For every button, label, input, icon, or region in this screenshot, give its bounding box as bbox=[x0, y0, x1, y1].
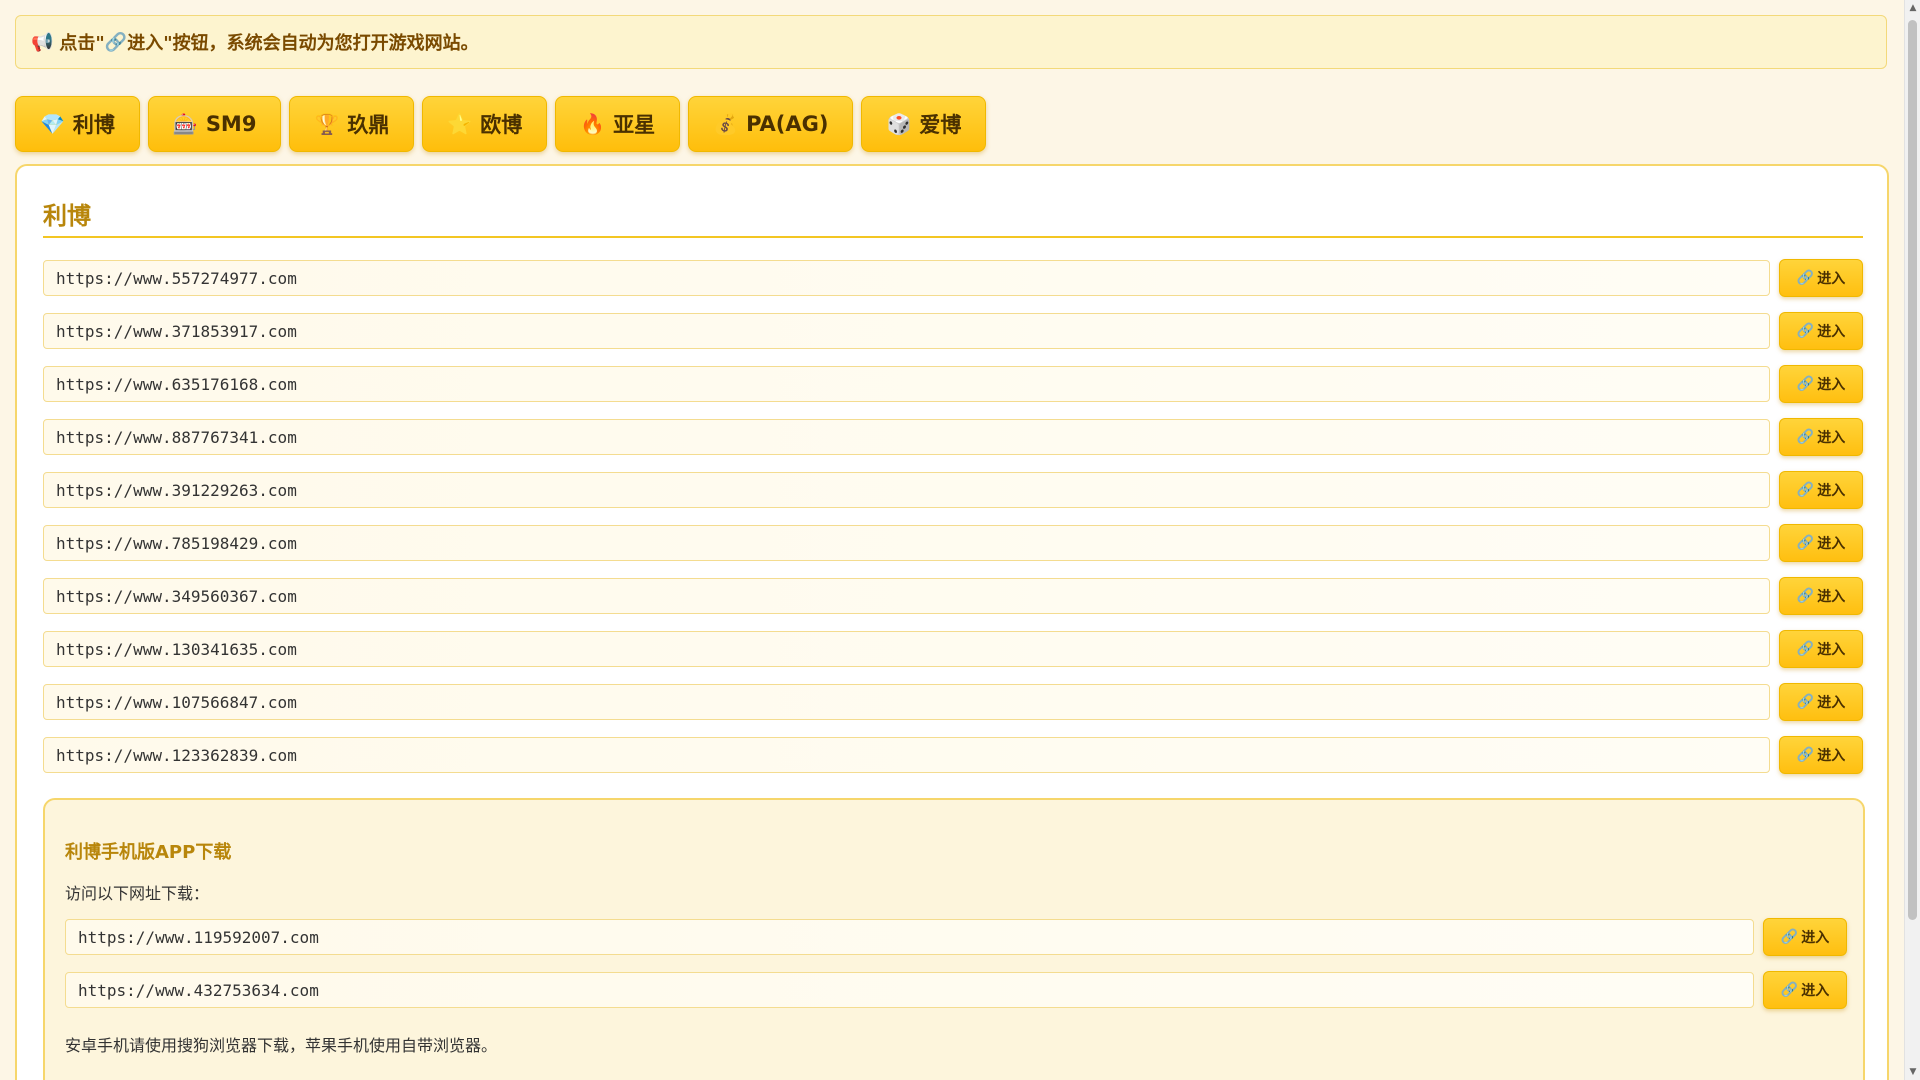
megaphone-icon: 📢 bbox=[31, 31, 54, 53]
page: 📢 点击" 🔗 进入"按钮，系统会自动为您打开游戏网站。 💎 利博 🎰 SM9 … bbox=[0, 0, 1904, 1080]
slot-machine-icon: 🎰 bbox=[172, 112, 198, 136]
enter-button[interactable]: 🔗 进入 bbox=[1779, 577, 1863, 615]
link-icon: 🔗 bbox=[104, 31, 128, 53]
enter-button[interactable]: 🔗 进入 bbox=[1763, 918, 1847, 956]
link-icon: 🔗 bbox=[1796, 641, 1815, 657]
enter-button[interactable]: 🔗 进入 bbox=[1779, 524, 1863, 562]
url-field[interactable]: https://www.107566847.com bbox=[43, 684, 1770, 720]
app-url-row: https://www.119592007.com 🔗 进入 bbox=[65, 918, 1847, 956]
url-field[interactable]: https://www.130341635.com bbox=[43, 631, 1770, 667]
enter-button[interactable]: 🔗 进入 bbox=[1779, 365, 1863, 403]
scroll-up-icon[interactable]: ▲ bbox=[1905, 0, 1920, 16]
link-icon: 🔗 bbox=[1796, 482, 1815, 498]
diamond-icon: 💎 bbox=[40, 112, 65, 136]
enter-label: 进入 bbox=[1817, 324, 1846, 340]
link-icon: 🔗 bbox=[1780, 929, 1799, 945]
dice-icon: 🎲 bbox=[886, 112, 912, 136]
url-field[interactable]: https://www.557274977.com bbox=[43, 260, 1770, 296]
url-row: https://www.887767341.com 🔗 进入 bbox=[43, 418, 1863, 456]
tab-sm9[interactable]: 🎰 SM9 bbox=[147, 96, 282, 152]
scrollbar-thumb[interactable] bbox=[1908, 20, 1917, 920]
tab-label: 爱博 bbox=[919, 113, 962, 137]
url-row: https://www.349560367.com 🔗 进入 bbox=[43, 577, 1863, 615]
url-field[interactable]: https://www.635176168.com bbox=[43, 366, 1770, 402]
panel-divider bbox=[43, 236, 1863, 238]
money-bag-icon: 💰 bbox=[713, 112, 739, 136]
app-download-title: 利博手机版APP下载 bbox=[65, 842, 232, 863]
tab-label: 玖鼎 bbox=[347, 113, 390, 137]
url-field[interactable]: https://www.371853917.com bbox=[43, 313, 1770, 349]
link-icon: 🔗 bbox=[1796, 747, 1815, 763]
url-field[interactable]: https://www.887767341.com bbox=[43, 419, 1770, 455]
link-icon: 🔗 bbox=[1796, 270, 1815, 286]
url-row: https://www.130341635.com 🔗 进入 bbox=[43, 630, 1863, 668]
enter-label: 进入 bbox=[1817, 589, 1846, 605]
link-icon: 🔗 bbox=[1780, 982, 1799, 998]
link-icon: 🔗 bbox=[1796, 694, 1815, 710]
tab-label: 利博 bbox=[72, 113, 115, 137]
enter-label: 进入 bbox=[1817, 642, 1846, 658]
app-download-subtitle: 访问以下网址下载： bbox=[65, 884, 210, 903]
notice-banner: 📢 点击" 🔗 进入"按钮，系统会自动为您打开游戏网站。 bbox=[15, 15, 1887, 69]
tab-label: 亚星 bbox=[613, 113, 656, 137]
url-field[interactable]: https://www.123362839.com bbox=[43, 737, 1770, 773]
tab-label: PA(AG) bbox=[746, 112, 829, 136]
tab-label: SM9 bbox=[205, 112, 257, 136]
enter-button[interactable]: 🔗 进入 bbox=[1779, 418, 1863, 456]
enter-label: 进入 bbox=[1801, 983, 1830, 999]
url-row: https://www.107566847.com 🔗 进入 bbox=[43, 683, 1863, 721]
url-row: https://www.557274977.com 🔗 进入 bbox=[43, 259, 1863, 297]
enter-button[interactable]: 🔗 进入 bbox=[1779, 683, 1863, 721]
link-icon: 🔗 bbox=[1796, 429, 1815, 445]
tab-yaxing[interactable]: 🔥 亚星 bbox=[555, 96, 681, 152]
notice-text-after: 进入"按钮，系统会自动为您打开游戏网站。 bbox=[127, 33, 479, 54]
app-download-box: 利博手机版APP下载 访问以下网址下载： https://www.1195920… bbox=[43, 798, 1865, 1080]
tab-pa-ag[interactable]: 💰 PA(AG) bbox=[688, 96, 854, 152]
app-download-note: 安卓手机请使用搜狗浏览器下载，苹果手机使用自带浏览器。 bbox=[65, 1036, 498, 1055]
scroll-down-icon[interactable]: ▼ bbox=[1905, 1064, 1920, 1080]
url-field[interactable]: https://www.785198429.com bbox=[43, 525, 1770, 561]
panel-title: 利博 bbox=[43, 202, 91, 230]
tab-libo[interactable]: 💎 利博 bbox=[15, 96, 140, 152]
url-field[interactable]: https://www.432753634.com bbox=[65, 972, 1754, 1008]
enter-label: 进入 bbox=[1817, 748, 1846, 764]
url-field[interactable]: https://www.349560367.com bbox=[43, 578, 1770, 614]
url-row: https://www.371853917.com 🔗 进入 bbox=[43, 312, 1863, 350]
trophy-icon: 🏆 bbox=[314, 112, 340, 136]
enter-label: 进入 bbox=[1817, 483, 1846, 499]
tab-aibo[interactable]: 🎲 爱博 bbox=[861, 96, 987, 152]
link-icon: 🔗 bbox=[1796, 535, 1815, 551]
notice-text-before: 点击" bbox=[59, 33, 105, 54]
enter-button[interactable]: 🔗 进入 bbox=[1763, 971, 1847, 1009]
enter-button[interactable]: 🔗 进入 bbox=[1779, 471, 1863, 509]
url-row: https://www.635176168.com 🔗 进入 bbox=[43, 365, 1863, 403]
url-field[interactable]: https://www.119592007.com bbox=[65, 919, 1754, 955]
tab-oubo[interactable]: ⭐ 欧博 bbox=[422, 96, 548, 152]
url-row: https://www.391229263.com 🔗 进入 bbox=[43, 471, 1863, 509]
link-icon: 🔗 bbox=[1796, 376, 1815, 392]
tab-label: 欧博 bbox=[480, 113, 523, 137]
enter-label: 进入 bbox=[1817, 430, 1846, 446]
fire-icon: 🔥 bbox=[580, 112, 606, 136]
url-row: https://www.785198429.com 🔗 进入 bbox=[43, 524, 1863, 562]
enter-label: 进入 bbox=[1817, 377, 1846, 393]
enter-label: 进入 bbox=[1817, 536, 1846, 552]
app-url-row: https://www.432753634.com 🔗 进入 bbox=[65, 971, 1847, 1009]
tab-jiuding[interactable]: 🏆 玖鼎 bbox=[289, 96, 415, 152]
enter-button[interactable]: 🔗 进入 bbox=[1779, 630, 1863, 668]
enter-button[interactable]: 🔗 进入 bbox=[1779, 736, 1863, 774]
star-icon: ⭐ bbox=[447, 112, 473, 136]
enter-label: 进入 bbox=[1817, 695, 1846, 711]
enter-button[interactable]: 🔗 进入 bbox=[1779, 312, 1863, 350]
link-icon: 🔗 bbox=[1796, 323, 1815, 339]
enter-button[interactable]: 🔗 进入 bbox=[1779, 259, 1863, 297]
content-panel: 利博 https://www.557274977.com 🔗 进入 https:… bbox=[15, 164, 1889, 1080]
platform-tabs: 💎 利博 🎰 SM9 🏆 玖鼎 ⭐ 欧博 🔥 亚星 💰 PA(AG) 🎲 爱博 bbox=[15, 96, 987, 152]
enter-label: 进入 bbox=[1817, 271, 1846, 287]
url-row: https://www.123362839.com 🔗 进入 bbox=[43, 736, 1863, 774]
link-icon: 🔗 bbox=[1796, 588, 1815, 604]
enter-label: 进入 bbox=[1801, 930, 1830, 946]
page-scrollbar[interactable]: ▲ ▼ bbox=[1904, 0, 1920, 1080]
url-field[interactable]: https://www.391229263.com bbox=[43, 472, 1770, 508]
